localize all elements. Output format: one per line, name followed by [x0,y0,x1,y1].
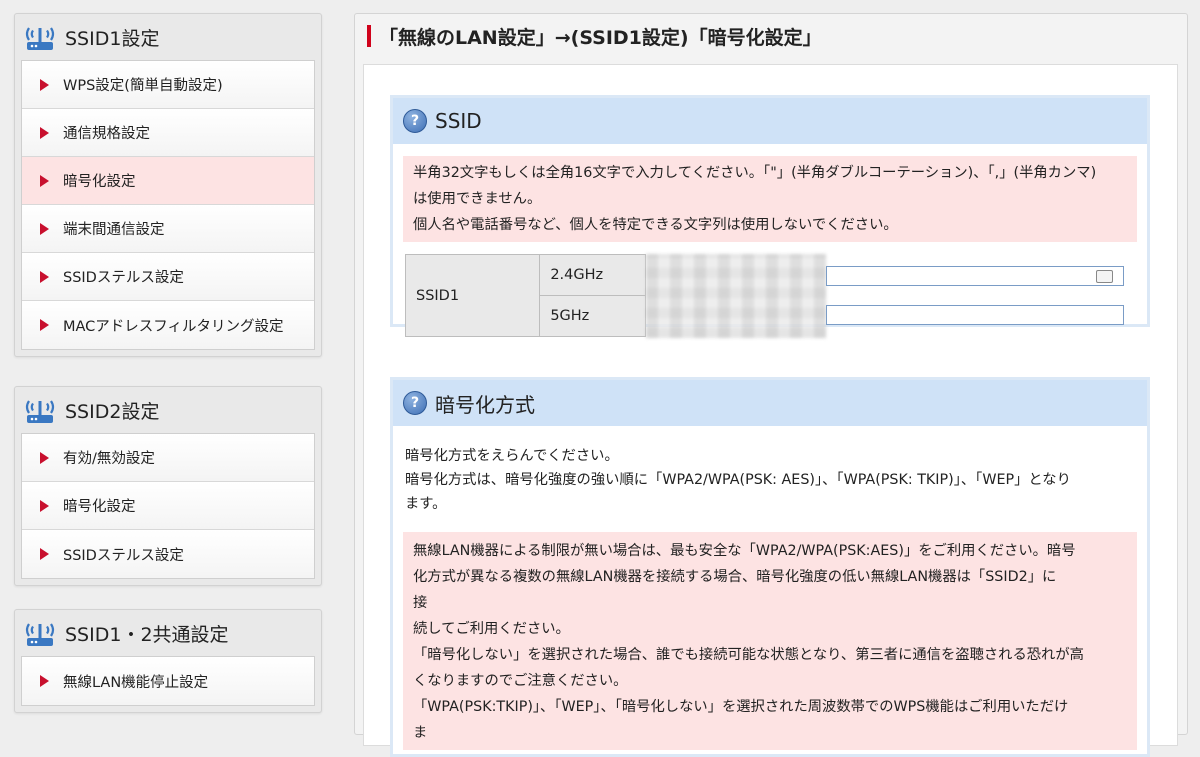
menu-item-stealth[interactable]: SSIDステルス設定 [22,253,314,301]
notice-line: 「暗号化しない」を選択された場合、誰でも接続可能な状態となり、第三者に通信を盗聴… [413,647,1084,663]
menu-list: 無線LAN機能停止設定 [21,656,315,706]
panel-header: SSID1・2共通設定 [15,610,321,656]
sidebar-panel-ssid1: SSID1設定 WPS設定(簡単自動設定) 通信規格設定 暗号化設定 端末間通信… [14,13,322,357]
section-title: SSID [435,109,482,133]
notice-line: 半角32文字もしくは全角16文字で入力してください。「"」(半角ダブルコーテーシ… [413,165,1097,181]
triangle-arrow-icon [40,270,49,283]
section-header: ? SSID [393,98,1147,144]
menu-item-label: 暗号化設定 [63,499,136,515]
title-accent-bar [367,25,371,47]
encryption-notice: 無線LAN機器による制限が無い場合は、最も安全な「WPA2/WPA(PSK:AE… [403,532,1137,750]
menu-item-wps[interactable]: WPS設定(簡単自動設定) [22,61,314,109]
sidebar-panel-common: SSID1・2共通設定 無線LAN機能停止設定 [14,609,322,713]
wifi-router-icon [23,395,57,425]
section-header: ? 暗号化方式 [393,380,1147,426]
menu-item-label: WPS設定(簡単自動設定) [63,78,223,94]
redacted-ssid [646,253,827,338]
triangle-arrow-icon [40,222,49,235]
notice-line: 個人名や電話番号など、個人を特定できる文字列は使用しないでください。 [413,217,898,233]
ssid-5ghz-input[interactable] [826,304,1125,325]
encryption-section: ? 暗号化方式 暗号化方式をえらんでください。 暗号化方式は、暗号化強度の強い順… [390,377,1150,757]
panel-title: SSID1設定 [65,27,160,50]
ssid-section: ? SSID 半角32文字もしくは全角16文字で入力してください。「"」(半角ダ… [390,95,1150,338]
menu-item-label: 端末間通信設定 [63,222,165,238]
triangle-arrow-icon [40,499,49,512]
triangle-arrow-icon [40,548,49,560]
ssid-values [646,253,1147,338]
triangle-arrow-icon [40,126,49,139]
triangle-arrow-icon [40,174,49,187]
triangle-arrow-icon [40,319,49,331]
text-line: 暗号化方式は、暗号化強度の強い順に「WPA2/WPA(PSK: AES)」、「W… [405,472,1071,488]
notice-line: くなりますのでご注意ください。 [413,673,628,689]
triangle-arrow-icon [40,675,49,687]
menu-item-mac-filter[interactable]: MACアドレスフィルタリング設定 [22,301,314,349]
notice-line: ま [413,725,428,741]
band-label-5: 5GHz [539,295,647,337]
wifi-router-icon [23,618,57,648]
page-title-text: 「無線のLAN設定」→(SSID1設定)「暗号化設定」 [379,26,822,49]
triangle-arrow-icon [40,451,49,464]
section-title: 暗号化方式 [435,392,535,417]
menu-item-label: 有効/無効設定 [63,451,155,467]
notice-line: 無線LAN機器による制限が無い場合は、最も安全な「WPA2/WPA(PSK:AE… [413,543,1076,559]
menu-item-label: 暗号化設定 [63,174,136,190]
encryption-description: 暗号化方式をえらんでください。 暗号化方式は、暗号化強度の強い順に「WPA2/W… [393,444,1147,516]
menu-list: 有効/無効設定 暗号化設定 SSIDステルス設定 [21,433,315,579]
panel-title: SSID1・2共通設定 [65,623,229,646]
menu-item-label: SSIDステルス設定 [63,547,184,564]
wifi-router-icon [23,22,57,52]
triangle-arrow-icon [40,78,49,91]
band-label-24: 2.4GHz [539,254,647,296]
ssid-row-label: SSID1 [404,254,541,337]
sidebar-panel-ssid2: SSID2設定 有効/無効設定 暗号化設定 SSIDステルス設定 [14,386,322,586]
menu-item-standard[interactable]: 通信規格設定 [22,109,314,157]
notice-line: 化方式が異なる複数の無線LAN機器を接続する場合、暗号化強度の低い無線LAN機器… [413,569,1057,585]
card-icon [1096,269,1114,283]
notice-line: 接 [413,595,428,611]
notice-line: は使用できません。 [413,191,542,207]
menu-item-label: MACアドレスフィルタリング設定 [63,318,284,335]
question-icon[interactable]: ? [403,391,427,415]
menu-item-stealth-ssid2[interactable]: SSIDステルス設定 [22,530,314,578]
ssid-24ghz-input[interactable] [826,265,1125,286]
menu-list: WPS設定(簡単自動設定) 通信規格設定 暗号化設定 端末間通信設定 SSIDス… [21,60,315,350]
question-icon[interactable]: ? [403,109,427,133]
panel-header: SSID1設定 [15,14,321,60]
notice-line: 続してご利用ください。 [413,621,570,637]
menu-item-wlan-stop[interactable]: 無線LAN機能停止設定 [22,657,314,705]
menu-item-encryption[interactable]: 暗号化設定 [22,157,314,205]
panel-title: SSID2設定 [65,400,160,423]
notice-line: 「WPA(PSK:TKIP)」、「WEP」、「暗号化しない」を選択された周波数帯… [413,699,1069,715]
main-content: 「無線のLAN設定」→(SSID1設定)「暗号化設定」 ? SSID 半角32文… [354,13,1188,757]
menu-item-p2p[interactable]: 端末間通信設定 [22,205,314,253]
menu-item-label: 通信規格設定 [63,126,150,142]
menu-item-label: 無線LAN機能停止設定 [63,674,209,691]
text-line: 暗号化方式をえらんでください。 [405,448,619,464]
menu-item-label: SSIDステルス設定 [63,270,184,286]
menu-item-enable[interactable]: 有効/無効設定 [22,434,314,482]
panel-header: SSID2設定 [15,387,321,433]
page-title: 「無線のLAN設定」→(SSID1設定)「暗号化設定」 [355,14,1187,58]
ssid-notice: 半角32文字もしくは全角16文字で入力してください。「"」(半角ダブルコーテーシ… [403,156,1137,242]
ssid-table: SSID1 2.4GHz 5GHz [404,253,1147,338]
main-inner-panel: ? SSID 半角32文字もしくは全角16文字で入力してください。「"」(半角ダ… [363,64,1178,757]
menu-item-encryption-ssid2[interactable]: 暗号化設定 [22,482,314,530]
text-line: ます。 [405,496,447,512]
